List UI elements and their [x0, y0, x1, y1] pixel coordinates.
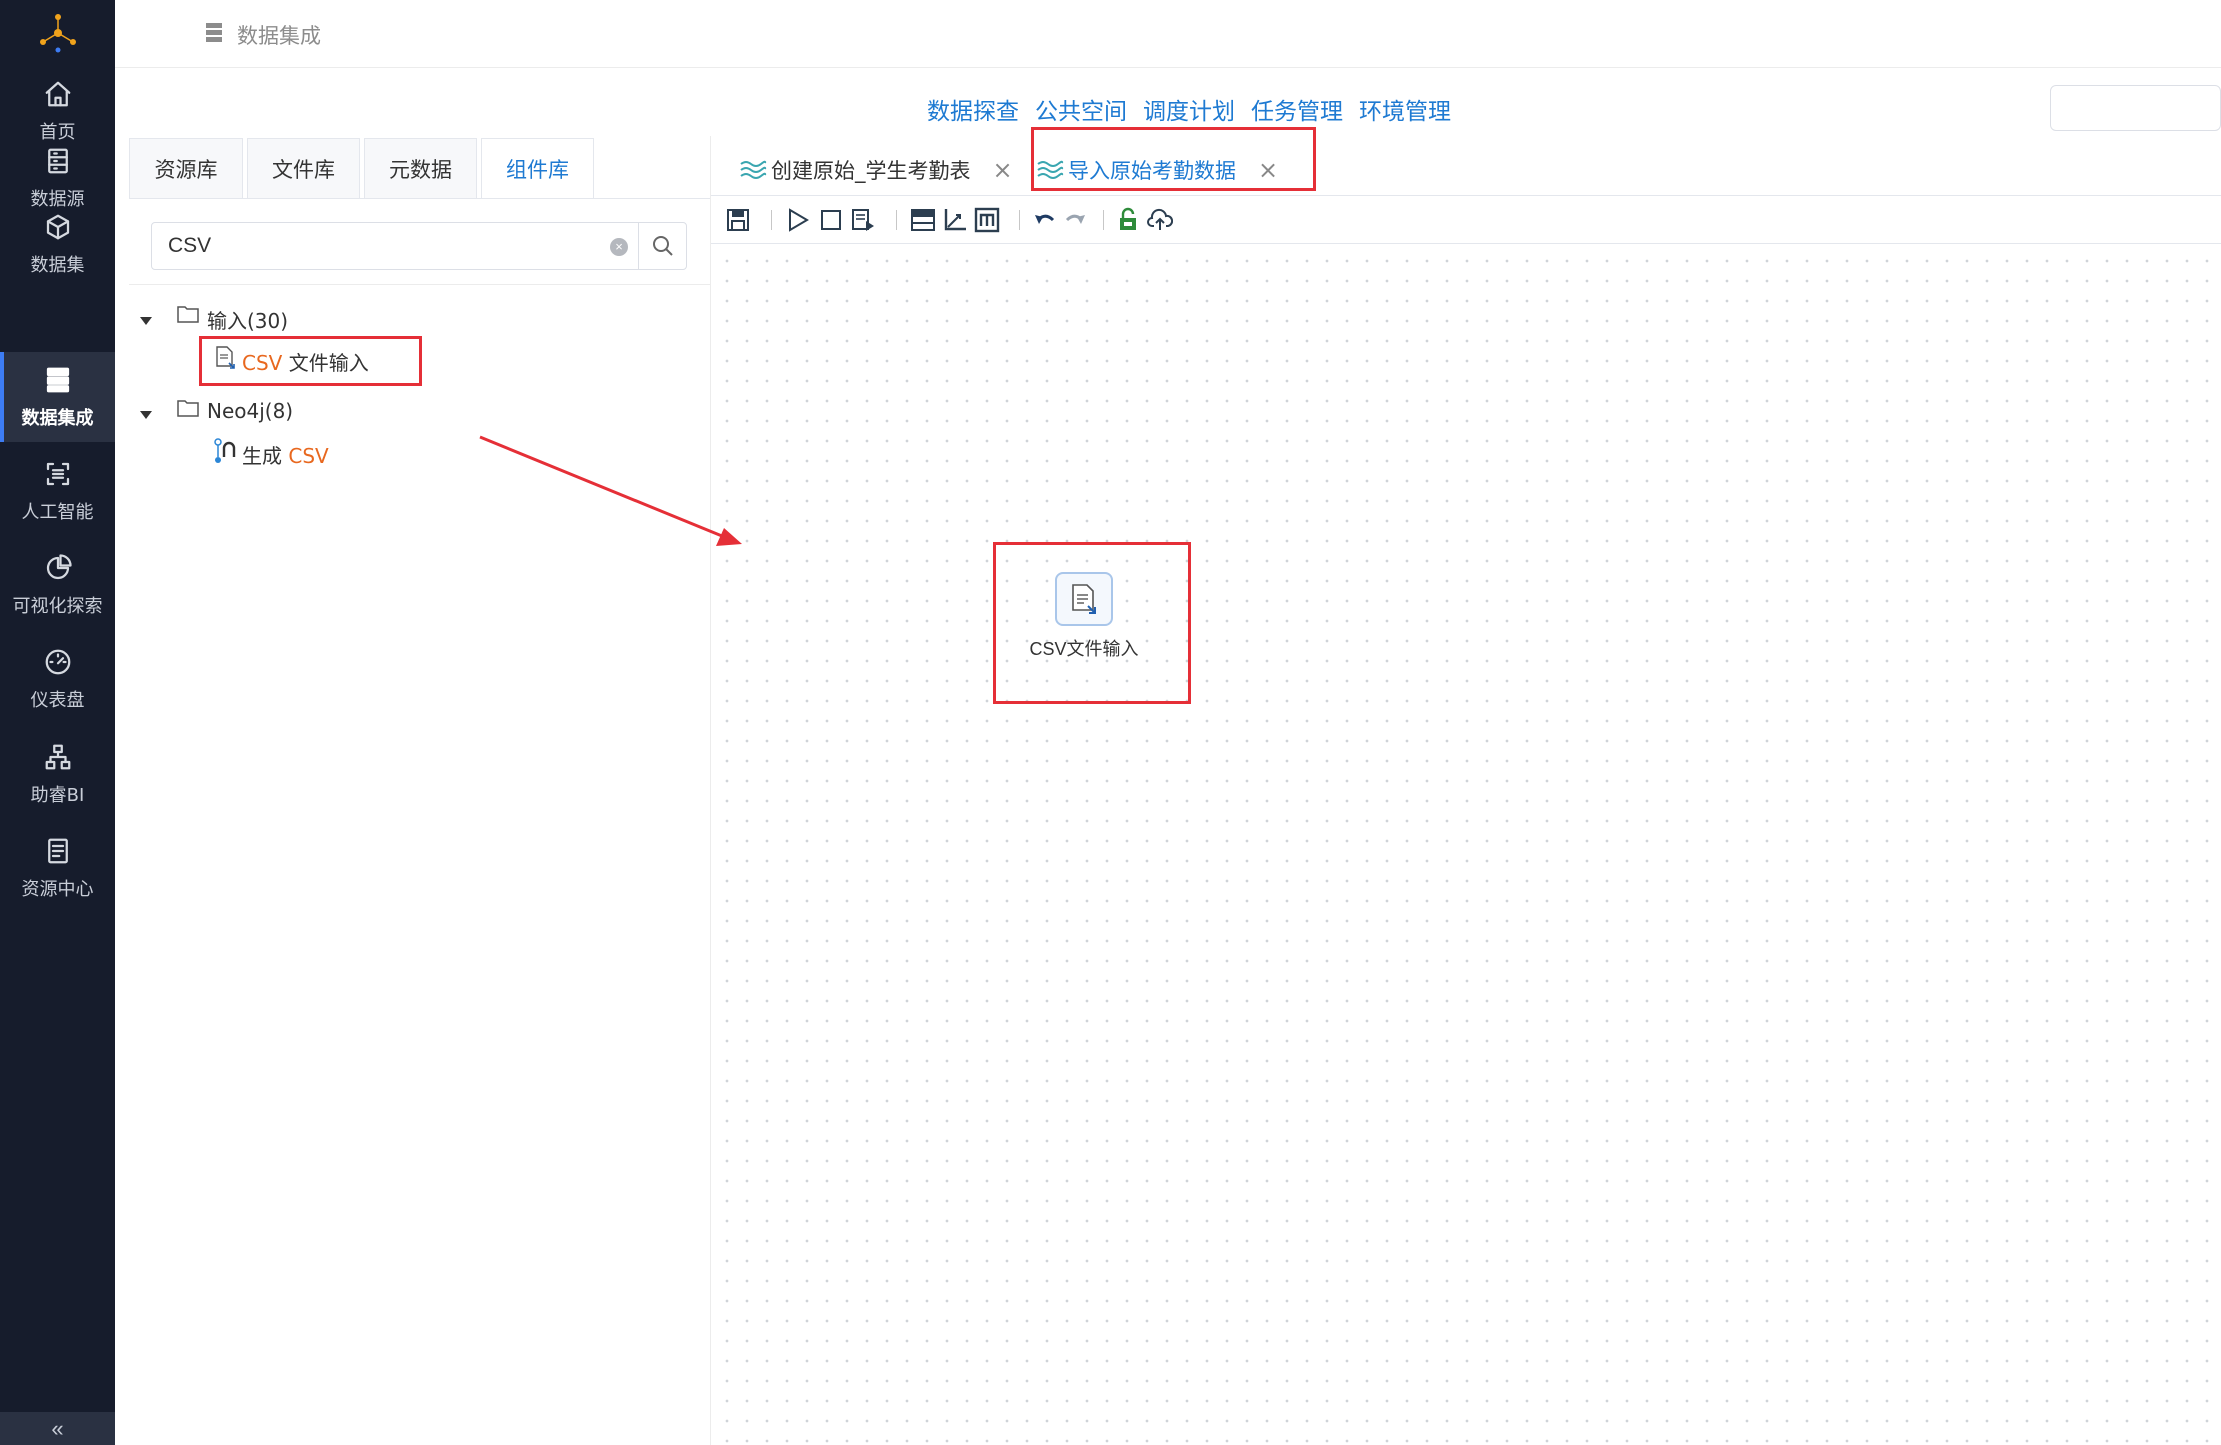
grid-button[interactable]	[910, 207, 936, 233]
sidebar-item-ai[interactable]: 人工智能	[0, 446, 115, 536]
tab-component-library[interactable]: 组件库	[481, 138, 594, 198]
document-icon	[47, 838, 68, 863]
server-icon	[46, 367, 69, 392]
search-input[interactable]: CSV	[168, 234, 211, 258]
search-icon	[652, 236, 673, 256]
component-panel: 资源库 文件库 元数据 组件库 CSV × 输入(30) CSV 文件输入 Ne…	[115, 136, 711, 1445]
breadcrumb: 数据集成	[237, 24, 321, 48]
sidebar-item-label: 可视化探索	[12, 595, 103, 617]
preview-icon	[852, 209, 874, 231]
grid-icon	[911, 209, 935, 231]
gauge-icon	[45, 649, 70, 674]
sidebar-item-visual-explore[interactable]: 可视化探索	[0, 540, 115, 630]
sidebar: 首页 数据源 数据集 数据集成 人工智能 可视化探索 仪表盘 助睿BI 资源中心…	[0, 0, 115, 1445]
editor-toolbar	[711, 196, 2221, 244]
close-icon[interactable]: ×	[993, 156, 1013, 184]
redo-icon	[1065, 214, 1085, 224]
header-bar: 数据集成	[115, 0, 2221, 68]
sidebar-item-label: 人工智能	[21, 501, 94, 523]
undo-button[interactable]	[1031, 207, 1057, 233]
sidebar-item-label: 仪表盘	[30, 689, 85, 711]
top-nav-public-space[interactable]: 公共空间	[1035, 92, 1127, 126]
annotation-box-canvas-node	[993, 542, 1191, 704]
stop-icon	[821, 210, 841, 230]
top-nav-env-manage[interactable]: 环境管理	[1359, 92, 1451, 126]
toolbar-divider	[896, 210, 897, 230]
folder-icon	[177, 400, 199, 417]
sidebar-item-data-integration[interactable]: 数据集成	[0, 352, 115, 442]
ai-scan-icon	[46, 462, 69, 485]
sidebar-item-label: 数据集成	[21, 407, 94, 429]
lock-icon	[1120, 207, 1136, 230]
tab-create-raw-attendance-table[interactable]: 创建原始_学生考勤表 ×	[739, 146, 1013, 194]
sidebar-item-dataset[interactable]: 数据集	[0, 199, 115, 289]
sidebar-item-resource-center[interactable]: 资源中心	[0, 823, 115, 913]
axis-icon	[944, 209, 966, 231]
tab-file-library[interactable]: 文件库	[247, 138, 360, 198]
caret-down-icon[interactable]	[140, 411, 152, 419]
caret-down-icon[interactable]	[140, 317, 152, 325]
sidebar-item-bi[interactable]: 助睿BI	[0, 729, 115, 819]
home-icon	[45, 81, 70, 106]
tab-metadata[interactable]: 元数据	[364, 138, 477, 198]
metric-button[interactable]	[974, 207, 1000, 233]
run-button[interactable]	[785, 207, 811, 233]
left-tabs: 资源库 文件库 元数据 组件库	[129, 138, 598, 198]
active-indicator	[0, 352, 4, 442]
sidebar-collapse-button[interactable]: «	[0, 1412, 115, 1445]
database-icon	[47, 148, 68, 173]
tree-group-input[interactable]: 输入(30)	[207, 305, 288, 334]
upload-button[interactable]	[1147, 207, 1173, 233]
metric-icon	[974, 207, 1000, 233]
save-icon	[727, 209, 749, 231]
tab-label: 创建原始_学生考勤表	[771, 159, 971, 183]
component-search: CSV ×	[151, 222, 687, 270]
stop-button[interactable]	[818, 207, 844, 233]
job-editor: 创建原始_学生考勤表 × 导入原始考勤数据 × CSV文件输入	[711, 127, 2221, 1445]
tree-item-generate-csv[interactable]: 生成 CSV	[242, 440, 329, 469]
undo-icon	[1035, 214, 1055, 224]
divider	[129, 284, 710, 285]
upload-cloud-icon	[1147, 208, 1173, 230]
toolbar-divider	[771, 210, 772, 230]
top-nav: 数据探查 公共空间 调度计划 任务管理 环境管理	[927, 92, 1451, 126]
tab-resource-library[interactable]: 资源库	[129, 138, 243, 198]
editor-tabs: 创建原始_学生考勤表 × 导入原始考勤数据 ×	[711, 127, 2221, 196]
neo4j-node-icon	[214, 438, 236, 463]
sidebar-item-dashboard[interactable]: 仪表盘	[0, 634, 115, 724]
sidebar-item-label: 数据集	[30, 254, 85, 276]
toolbar-divider	[1019, 210, 1020, 230]
tree-item-label: 生成	[242, 444, 289, 468]
app-logo[interactable]	[0, 0, 115, 66]
top-nav-data-explore[interactable]: 数据探查	[927, 92, 1019, 126]
cube-icon	[46, 214, 69, 239]
server-icon	[206, 23, 222, 42]
run-icon	[789, 208, 809, 232]
top-nav-schedule[interactable]: 调度计划	[1143, 92, 1235, 126]
axis-button[interactable]	[942, 207, 968, 233]
tree-group-neo4j[interactable]: Neo4j(8)	[207, 399, 293, 423]
toolbar-divider	[1103, 210, 1104, 230]
search-button[interactable]	[638, 223, 686, 269]
top-nav-task-manage[interactable]: 任务管理	[1251, 92, 1343, 126]
org-tree-icon	[45, 744, 70, 769]
top-search-input[interactable]	[2050, 85, 2221, 131]
logo-icon	[39, 14, 76, 53]
sidebar-item-label: 资源中心	[21, 878, 94, 900]
search-highlight: CSV	[288, 444, 329, 468]
annotation-box-active-tab	[1031, 127, 1316, 191]
redo-button[interactable]	[1063, 207, 1089, 233]
save-button[interactable]	[725, 207, 751, 233]
annotation-box-csv-item	[199, 336, 422, 386]
design-canvas[interactable]: CSV文件输入	[711, 245, 2221, 1445]
preview-button[interactable]	[850, 207, 876, 233]
pie-chart-icon	[46, 553, 72, 579]
clear-icon[interactable]: ×	[610, 238, 628, 256]
lock-button[interactable]	[1115, 207, 1141, 233]
tabs-divider	[129, 198, 710, 199]
folder-icon	[177, 306, 199, 323]
double-chevron-left-icon: «	[51, 1415, 64, 1441]
sidebar-item-label: 助睿BI	[30, 784, 85, 806]
transform-wave-icon	[740, 160, 767, 179]
